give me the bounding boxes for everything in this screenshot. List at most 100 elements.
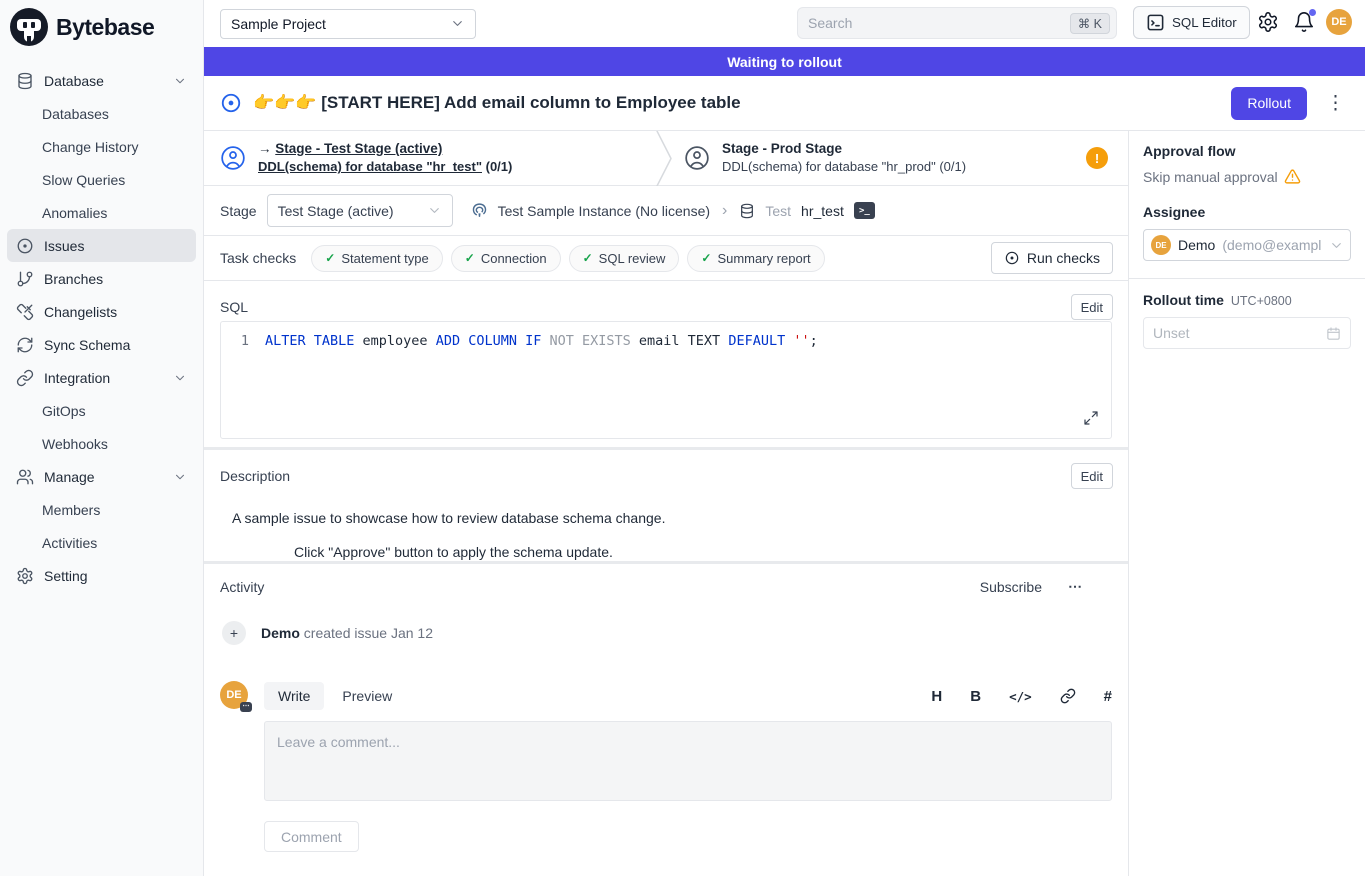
subscribe-link[interactable]: Subscribe bbox=[980, 579, 1042, 595]
run-checks-button[interactable]: Run checks bbox=[991, 242, 1113, 274]
breadcrumb-chevron: › bbox=[720, 202, 729, 220]
person-circle-icon bbox=[220, 145, 246, 171]
activity-date: Jan 12 bbox=[391, 625, 433, 641]
sidebar-item-changelists[interactable]: Changelists bbox=[7, 295, 196, 328]
stage-pipeline: → Stage - Test Stage (active) DDL(schema… bbox=[204, 131, 1128, 186]
rollout-time-input[interactable]: Unset bbox=[1143, 317, 1351, 349]
stage-select-value: Test Stage (active) bbox=[278, 203, 394, 219]
speech-bubble-icon: ⋯ bbox=[240, 702, 252, 712]
check-sql-review[interactable]: ✓SQL review bbox=[569, 245, 680, 272]
stage-warning-badge: ! bbox=[1086, 147, 1108, 169]
issue-more-menu-icon[interactable]: ⋮ bbox=[1326, 94, 1345, 113]
sidebar-item-webhooks[interactable]: Webhooks bbox=[7, 427, 196, 460]
check-success-icon: ✓ bbox=[701, 251, 711, 265]
stage-label: Stage bbox=[220, 203, 257, 219]
issue-title: 👉👉👉 [START HERE] Add email column to Emp… bbox=[253, 93, 741, 113]
chevron-down-icon bbox=[1329, 238, 1344, 253]
sidebar-item-slow-queries[interactable]: Slow Queries bbox=[7, 163, 196, 196]
environment-label: Test bbox=[765, 203, 791, 219]
stage-separator-chevron bbox=[656, 131, 674, 186]
description-edit-button[interactable]: Edit bbox=[1071, 463, 1113, 489]
tab-write[interactable]: Write bbox=[264, 682, 324, 710]
sidebar-item-issues[interactable]: Issues bbox=[7, 229, 196, 262]
sidebar: Bytebase Database Databases Change Histo… bbox=[0, 0, 204, 876]
project-select-value: Sample Project bbox=[231, 16, 326, 32]
code-format-icon[interactable]: </> bbox=[1009, 689, 1032, 704]
sql-editor-button[interactable]: SQL Editor bbox=[1133, 6, 1250, 39]
issue-side-panel: Approval flow Skip manual approval Assig… bbox=[1128, 131, 1365, 876]
sidebar-item-sync-schema[interactable]: Sync Schema bbox=[7, 328, 196, 361]
chevron-down-icon bbox=[427, 203, 442, 218]
stage-name: Stage - Test Stage (active) bbox=[275, 141, 442, 156]
hash-format-icon[interactable]: # bbox=[1104, 688, 1112, 705]
comment-tabs: Write Preview H B </> # bbox=[264, 681, 1112, 711]
check-success-icon: ✓ bbox=[583, 251, 593, 265]
activity-section: Activity Subscribe ⋯ + Demo created issu… bbox=[204, 564, 1128, 852]
task-check-pills: ✓Statement type ✓Connection ✓SQL review … bbox=[311, 245, 824, 272]
sidebar-item-anomalies[interactable]: Anomalies bbox=[7, 196, 196, 229]
stage-card-test[interactable]: → Stage - Test Stage (active) DDL(schema… bbox=[204, 131, 656, 185]
issue-header: 👉👉👉 [START HERE] Add email column to Emp… bbox=[204, 76, 1365, 131]
sidebar-item-manage[interactable]: Manage bbox=[7, 460, 196, 493]
check-summary-report[interactable]: ✓Summary report bbox=[687, 245, 824, 272]
description-title: Description bbox=[220, 468, 290, 484]
tab-preview[interactable]: Preview bbox=[328, 682, 406, 710]
status-banner-text: Waiting to rollout bbox=[727, 54, 842, 70]
heading-format-icon[interactable]: H bbox=[931, 688, 942, 705]
bold-format-icon[interactable]: B bbox=[970, 688, 981, 705]
user-avatar[interactable]: DE bbox=[1326, 9, 1352, 35]
issue-status-icon bbox=[220, 92, 242, 114]
main-content: → Stage - Test Stage (active) DDL(schema… bbox=[204, 131, 1128, 876]
sidebar-item-integration[interactable]: Integration bbox=[7, 361, 196, 394]
sidebar-item-gitops[interactable]: GitOps bbox=[7, 394, 196, 427]
database-icon bbox=[739, 203, 755, 219]
sidebar-item-databases[interactable]: Databases bbox=[7, 97, 196, 130]
check-connection[interactable]: ✓Connection bbox=[451, 245, 561, 272]
search-box[interactable]: ⌘ K bbox=[797, 7, 1117, 39]
instance-name[interactable]: Test Sample Instance (No license) bbox=[498, 203, 710, 219]
link-format-icon[interactable] bbox=[1060, 688, 1076, 704]
description-section: Description Edit A sample issue to showc… bbox=[204, 450, 1128, 561]
circle-dot-icon bbox=[16, 237, 34, 255]
open-sql-editor-badge[interactable]: >_ bbox=[854, 202, 875, 219]
stage-card-prod[interactable]: Stage - Prod Stage DDL(schema) for datab… bbox=[674, 131, 1128, 185]
description-text: A sample issue to showcase how to review… bbox=[204, 510, 1128, 526]
format-toolbar: H B </> # bbox=[931, 688, 1112, 705]
sql-edit-button[interactable]: Edit bbox=[1071, 294, 1113, 320]
sql-code-editor[interactable]: 1ALTER TABLE employee ADD COLUMN IF NOT … bbox=[220, 321, 1112, 439]
notifications-bell-icon[interactable] bbox=[1293, 11, 1315, 33]
assignee-select[interactable]: DE Demo (demo@example bbox=[1143, 229, 1351, 261]
pencil-ruler-icon bbox=[16, 303, 34, 321]
calendar-icon bbox=[1326, 326, 1341, 341]
search-input[interactable] bbox=[808, 15, 1070, 31]
rollout-time-value: Unset bbox=[1153, 325, 1190, 341]
comment-input[interactable] bbox=[264, 721, 1112, 801]
sidebar-item-members[interactable]: Members bbox=[7, 493, 196, 526]
stage-task-count: (0/1) bbox=[482, 159, 512, 174]
check-statement-type[interactable]: ✓Statement type bbox=[311, 245, 443, 272]
search-shortcut-badge: ⌘ K bbox=[1070, 13, 1110, 34]
timezone-label: UTC+0800 bbox=[1231, 294, 1292, 308]
plus-icon: + bbox=[222, 621, 246, 645]
activity-actor: Demo bbox=[261, 625, 300, 641]
sidebar-item-change-history[interactable]: Change History bbox=[7, 130, 196, 163]
stage-task: DDL(schema) for database "hr_test" bbox=[258, 159, 482, 174]
status-banner: Waiting to rollout bbox=[204, 47, 1365, 76]
comment-submit-button[interactable]: Comment bbox=[264, 821, 359, 852]
database-name[interactable]: hr_test bbox=[801, 203, 844, 219]
sidebar-item-setting[interactable]: Setting bbox=[7, 559, 196, 592]
assignee-avatar: DE bbox=[1151, 235, 1171, 255]
stage-select[interactable]: Test Stage (active) bbox=[267, 194, 453, 227]
rollout-button[interactable]: Rollout bbox=[1231, 87, 1307, 120]
expand-editor-icon[interactable] bbox=[1083, 410, 1099, 426]
sidebar-item-branches[interactable]: Branches bbox=[7, 262, 196, 295]
stage-name: Stage - Prod Stage bbox=[722, 139, 966, 159]
settings-gear-icon[interactable] bbox=[1257, 11, 1279, 33]
notification-dot bbox=[1309, 9, 1316, 16]
sidebar-item-database[interactable]: Database bbox=[7, 64, 196, 97]
bytebase-logo[interactable]: Bytebase bbox=[0, 0, 203, 54]
brand-name: Bytebase bbox=[56, 14, 154, 41]
project-select[interactable]: Sample Project bbox=[220, 9, 476, 39]
sidebar-item-activities[interactable]: Activities bbox=[7, 526, 196, 559]
activity-more-menu-icon[interactable]: ⋯ bbox=[1068, 578, 1083, 595]
